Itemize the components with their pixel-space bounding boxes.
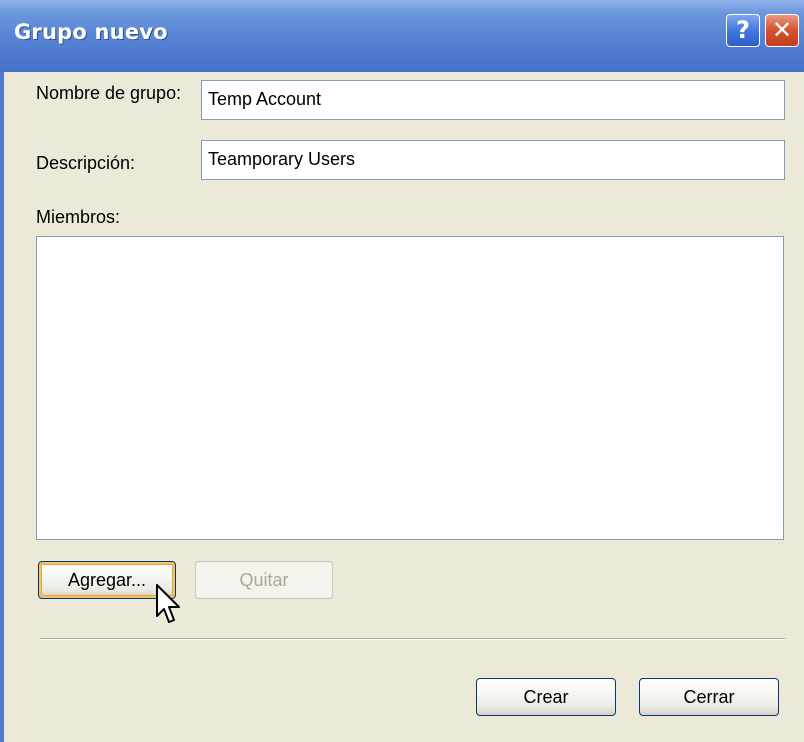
help-icon: ? xyxy=(736,16,750,44)
dialog-window: Grupo nuevo ? ✕ Nombre de grupo: Temp Ac… xyxy=(0,0,804,742)
mouse-pointer-icon xyxy=(156,584,180,623)
create-button[interactable]: Crear xyxy=(476,678,616,716)
group-name-label: Nombre de grupo: xyxy=(36,83,182,103)
close-icon: ✕ xyxy=(771,16,793,44)
members-label: Miembros: xyxy=(36,207,121,227)
help-button[interactable]: ? xyxy=(726,14,760,47)
close-window-button[interactable]: ✕ xyxy=(765,14,799,47)
divider xyxy=(40,638,785,640)
dialog-title: Grupo nuevo xyxy=(14,20,168,44)
title-bar[interactable]: Grupo nuevo ? ✕ xyxy=(0,0,804,72)
description-label: Descripción: xyxy=(36,153,136,173)
dialog-body: Nombre de grupo: Temp Account Descripció… xyxy=(0,72,804,742)
group-name-input[interactable]: Temp Account xyxy=(201,80,785,120)
members-list[interactable] xyxy=(36,236,784,540)
description-input[interactable]: Teamporary Users xyxy=(201,140,785,180)
close-button[interactable]: Cerrar xyxy=(639,678,779,716)
remove-member-button[interactable]: Quitar xyxy=(195,561,333,599)
